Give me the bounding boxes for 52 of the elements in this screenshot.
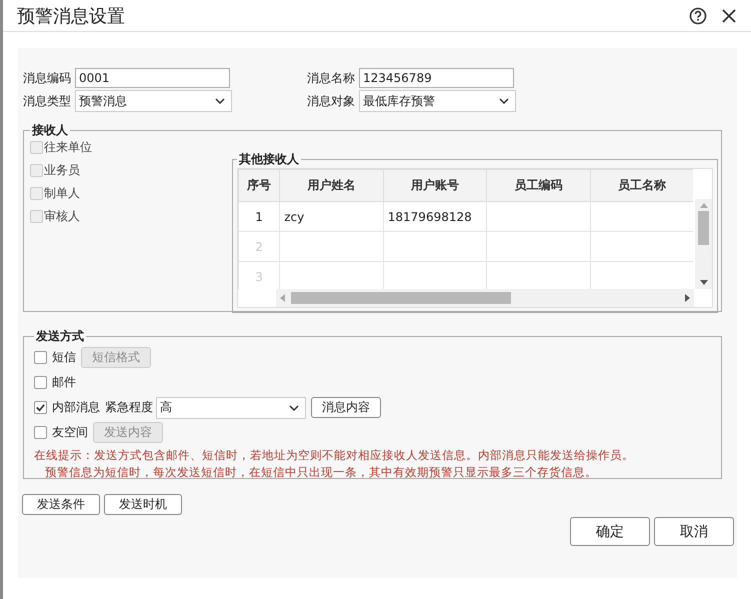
table-cell: zcy [280, 202, 384, 232]
checkbox-label: 短信 [52, 349, 76, 366]
checkbox-label: 审核人 [44, 208, 80, 225]
checkbox-label: 内部消息 [52, 399, 100, 416]
option-button[interactable]: 发送时机 [104, 494, 182, 515]
scroll-down-icon[interactable] [700, 280, 708, 285]
checkbox[interactable] [34, 426, 47, 439]
dropdown[interactable]: 预警消息 [75, 90, 232, 112]
help-icon[interactable] [689, 6, 707, 24]
field-label: 消息编码 [23, 70, 72, 86]
horizontal-scrollbar[interactable] [276, 289, 694, 307]
checkbox[interactable] [34, 376, 47, 389]
field-label: 消息对象 [307, 92, 356, 110]
checkbox[interactable] [34, 351, 47, 364]
chevron-down-icon [499, 98, 509, 104]
chevron-down-icon [289, 404, 299, 410]
group-title: 接收人 [30, 122, 69, 139]
cancel-button[interactable]: 取消 [654, 517, 734, 546]
checkbox-label: 制单人 [44, 185, 80, 202]
confirm-button[interactable]: 确定 [570, 517, 650, 546]
checkbox[interactable] [34, 401, 47, 414]
option-button[interactable]: 发送条件 [22, 494, 100, 515]
urgency-dropdown[interactable]: 高 [156, 396, 306, 418]
checkbox-label: 往来单位 [44, 139, 92, 156]
chevron-down-icon [215, 98, 225, 104]
group-title: 发送方式 [34, 328, 85, 345]
group-title: 其他接收人 [238, 151, 300, 168]
scroll-right-icon[interactable] [685, 294, 690, 302]
input-field[interactable]: 123456789 [359, 68, 514, 88]
column-header: 员工编码 [486, 170, 590, 202]
table-cell: 18179698128 [383, 202, 487, 232]
dropdown[interactable]: 最低库存预警 [359, 90, 516, 112]
close-icon[interactable] [721, 8, 737, 24]
column-header: 员工名称 [590, 170, 693, 202]
column-header: 用户账号 [383, 170, 487, 202]
scroll-up-icon[interactable] [700, 203, 708, 208]
urgency-label: 紧急程度 [105, 399, 153, 416]
hint-text: 在线提示：发送方式包含邮件、短信时，若地址为空则不能对相应接收人发送信息。内部消息只能发送给操作员。 [34, 447, 635, 464]
table-cell: 1 [238, 202, 280, 232]
format-button[interactable]: 消息内容 [311, 397, 381, 418]
hint-text: 预警信息为短信时，每次发送短信时，在短信中只出现一条，其中有效期预警只显示最多三个存货信息。 [44, 464, 598, 481]
field-label: 消息名称 [307, 70, 356, 86]
checkbox-label: 邮件 [52, 374, 76, 391]
checkbox-label: 友空间 [52, 424, 88, 441]
checkbox-label: 业务员 [44, 162, 80, 179]
window-title: 预警消息设置 [17, 4, 126, 28]
field-label: 消息类型 [23, 92, 72, 110]
vertical-scrollbar[interactable] [695, 199, 712, 289]
scroll-left-icon[interactable] [280, 294, 285, 302]
column-header: 用户姓名 [280, 170, 384, 202]
column-header: 序号 [238, 170, 280, 202]
input-field[interactable]: 0001 [75, 68, 230, 88]
